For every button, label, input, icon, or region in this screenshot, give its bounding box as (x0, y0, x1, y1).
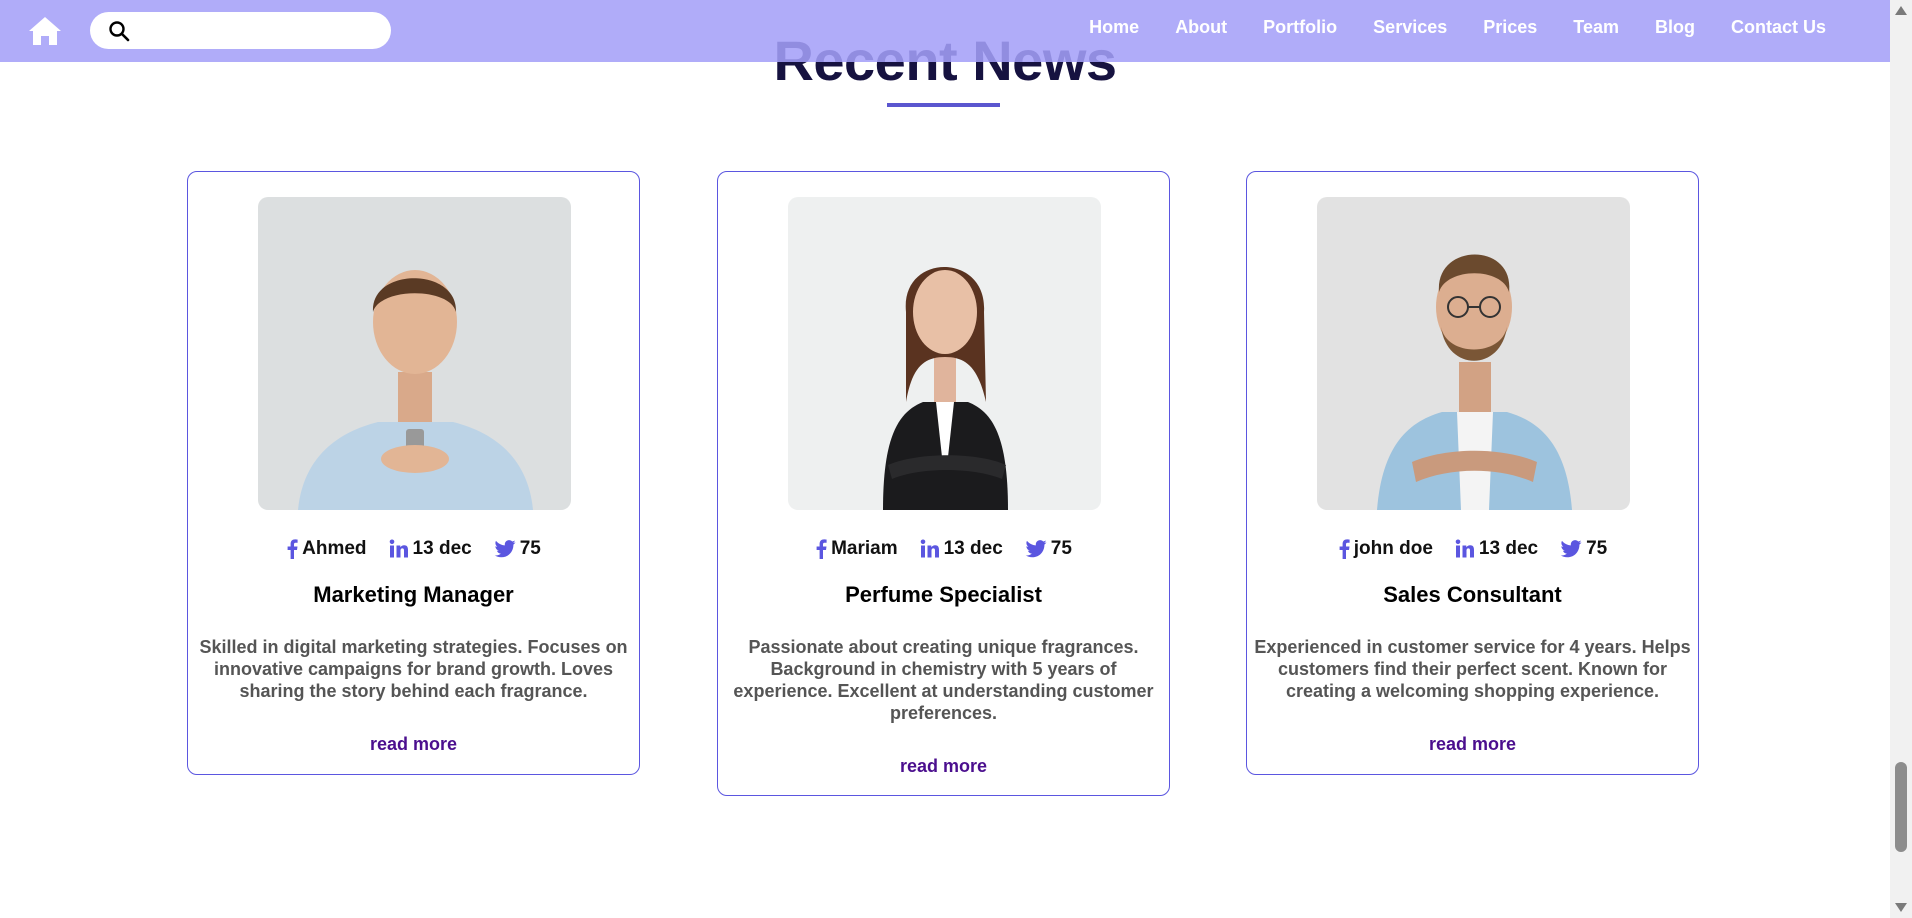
read-more-link[interactable]: read more (718, 756, 1169, 777)
meta-count[interactable]: 75 (1560, 538, 1607, 560)
post-count: 75 (1050, 538, 1072, 559)
nav-link-portfolio[interactable]: Portfolio (1263, 16, 1337, 38)
nav-link-home[interactable]: Home (1089, 16, 1139, 38)
facebook-icon (287, 539, 298, 559)
author-name: Ahmed (302, 538, 367, 559)
post-date: 13 dec (943, 538, 1003, 559)
nav-link-contact[interactable]: Contact Us (1731, 16, 1826, 38)
nav-link-blog[interactable]: Blog (1655, 16, 1695, 38)
meta-count[interactable]: 75 (494, 538, 541, 560)
author-name: john doe (1353, 538, 1433, 559)
card-meta: john doe 13 dec 75 (1247, 538, 1698, 560)
scrollbar[interactable] (1890, 0, 1912, 918)
card-description: Passionate about creating unique fragran… (733, 637, 1154, 723)
meta-date[interactable]: 13 dec (389, 538, 472, 560)
card-title: Marketing Manager (313, 582, 514, 607)
profile-photo (258, 197, 571, 510)
nav-link-about[interactable]: About (1175, 16, 1227, 38)
news-card: john doe 13 dec 75 Sales Consultant Expe… (1246, 171, 1699, 775)
scrollbar-thumb[interactable] (1895, 762, 1907, 852)
linkedin-icon (1455, 539, 1474, 558)
meta-count[interactable]: 75 (1025, 538, 1072, 560)
read-more-link[interactable]: read more (188, 734, 639, 755)
meta-date[interactable]: 13 dec (1455, 538, 1538, 560)
read-more-link[interactable]: read more (1247, 734, 1698, 755)
scroll-down-arrow-icon[interactable] (1895, 903, 1907, 912)
card-meta: Mariam 13 dec 75 (718, 538, 1169, 560)
post-count: 75 (519, 538, 541, 559)
nav-links: Home About Portfolio Services Prices Tea… (1053, 16, 1826, 38)
nav-link-services[interactable]: Services (1373, 16, 1447, 38)
author-name: Mariam (831, 538, 898, 559)
facebook-icon (1339, 539, 1350, 559)
nav-link-prices[interactable]: Prices (1483, 16, 1537, 38)
navbar: Home About Portfolio Services Prices Tea… (0, 0, 1890, 62)
twitter-icon (1560, 540, 1582, 558)
home-icon[interactable] (28, 16, 62, 46)
card-meta: Ahmed 13 dec 75 (188, 538, 639, 560)
post-date: 13 dec (1478, 538, 1539, 559)
meta-author[interactable]: john doe (1338, 538, 1433, 560)
twitter-icon (494, 540, 516, 558)
facebook-icon (816, 539, 827, 559)
profile-photo (788, 197, 1101, 510)
card-description: Experienced in customer service for 4 ye… (1254, 637, 1691, 701)
card-title: Sales Consultant (1383, 582, 1562, 607)
meta-author[interactable]: Ahmed (286, 538, 367, 560)
search-box (90, 12, 391, 49)
post-count: 75 (1586, 538, 1608, 559)
search-icon[interactable] (108, 20, 130, 42)
linkedin-icon (920, 539, 939, 558)
title-underline (887, 103, 1000, 107)
nav-link-team[interactable]: Team (1573, 16, 1619, 38)
card-description: Skilled in digital marketing strategies.… (199, 637, 628, 701)
meta-date[interactable]: 13 dec (920, 538, 1003, 560)
news-card: Ahmed 13 dec 75 Marketing Manager Skille… (187, 171, 640, 775)
search-input[interactable] (140, 18, 379, 44)
scroll-up-arrow-icon[interactable] (1895, 6, 1907, 15)
linkedin-icon (389, 539, 408, 558)
news-card: Mariam 13 dec 75 Perfume Specialist Pass… (717, 171, 1170, 796)
card-title: Perfume Specialist (845, 582, 1042, 607)
twitter-icon (1025, 540, 1047, 558)
profile-photo (1317, 197, 1630, 510)
meta-author[interactable]: Mariam (815, 538, 898, 560)
post-date: 13 dec (412, 538, 472, 559)
